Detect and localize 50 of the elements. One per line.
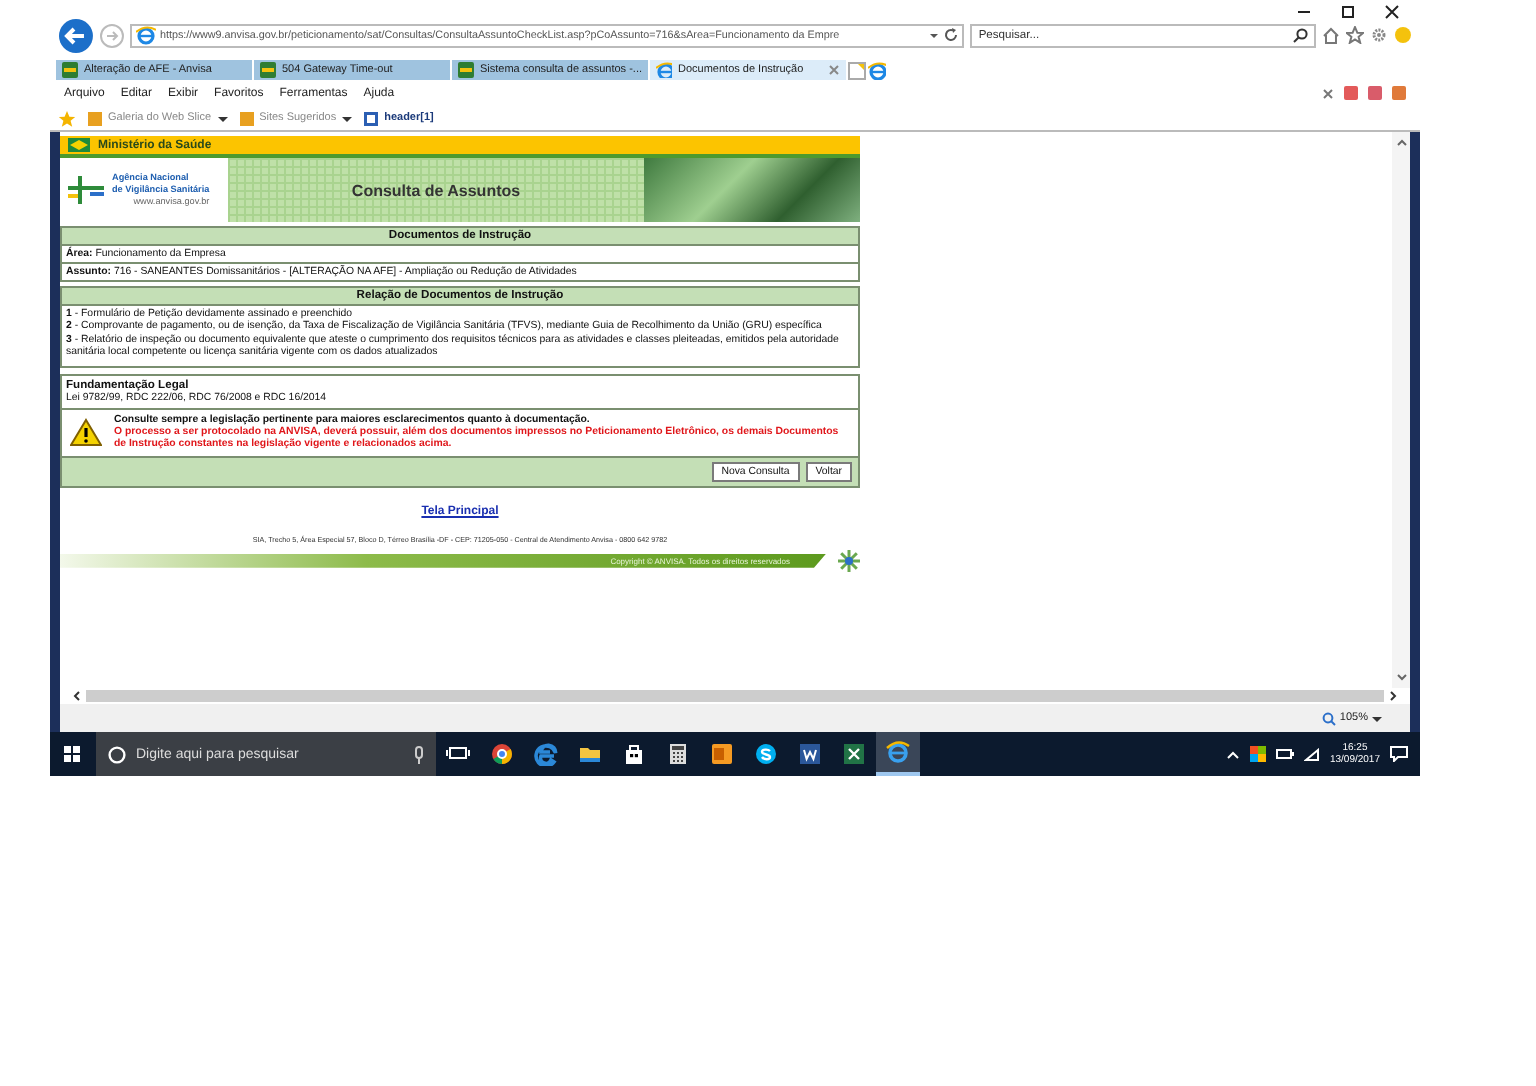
close-icon[interactable] [1384, 4, 1400, 20]
edge-icon [534, 742, 558, 766]
spreadsheet-app-icon [842, 742, 866, 766]
flag-icon [68, 138, 90, 152]
star-icon[interactable] [1346, 26, 1365, 44]
scroll-right-icon[interactable] [1390, 690, 1398, 702]
windows-start-icon[interactable] [64, 746, 80, 762]
caret-icon[interactable] [928, 29, 941, 41]
chevron-up-icon[interactable] [1225, 749, 1240, 759]
caret-icon[interactable] [1372, 713, 1382, 723]
page-icon [458, 62, 474, 78]
notification-icon[interactable] [1390, 746, 1408, 762]
browser-icon [656, 62, 672, 78]
browser-icon [135, 25, 156, 45]
refresh-icon[interactable] [944, 28, 959, 42]
chrome-icon [490, 742, 514, 766]
banner-title: Consulta de Assuntos [349, 179, 523, 203]
back-icon[interactable] [58, 17, 94, 53]
document-app-icon [798, 742, 822, 766]
colorful-tray-icon[interactable] [1249, 746, 1266, 762]
shopping-bag-icon [622, 742, 646, 766]
battery-icon[interactable] [1275, 748, 1294, 760]
warning-icon [70, 418, 102, 447]
vertical-scrollbar[interactable] [1392, 132, 1410, 688]
page-icon [364, 111, 379, 125]
cortana-icon [108, 745, 126, 763]
star-logo-icon [838, 549, 860, 572]
browser-icon[interactable] [868, 61, 886, 79]
scroll-down-icon[interactable] [1395, 674, 1407, 682]
page-icon [62, 62, 78, 78]
scroll-up-icon[interactable] [1395, 138, 1407, 146]
close-tab-icon[interactable] [828, 64, 840, 76]
search-icon[interactable] [1292, 27, 1309, 43]
cross-logo-icon [64, 172, 108, 208]
skype-icon [754, 742, 778, 766]
microphone-icon[interactable] [414, 745, 424, 763]
browser-icon [886, 740, 910, 764]
favorites-star-icon[interactable] [58, 109, 76, 127]
scroll-left-icon[interactable] [72, 690, 80, 702]
wifi-icon[interactable] [1303, 747, 1320, 761]
horizontal-scrollbar[interactable] [50, 688, 1420, 704]
caret-icon[interactable] [217, 113, 228, 123]
home-icon[interactable] [1322, 26, 1341, 44]
scroll-thumb[interactable] [86, 690, 1384, 702]
zoom-icon [1321, 711, 1336, 725]
maximize-icon[interactable] [1340, 4, 1356, 20]
caret-icon[interactable] [342, 113, 353, 123]
page-icon [260, 62, 276, 78]
calculator-icon [666, 742, 690, 766]
folder-icon [578, 742, 602, 766]
